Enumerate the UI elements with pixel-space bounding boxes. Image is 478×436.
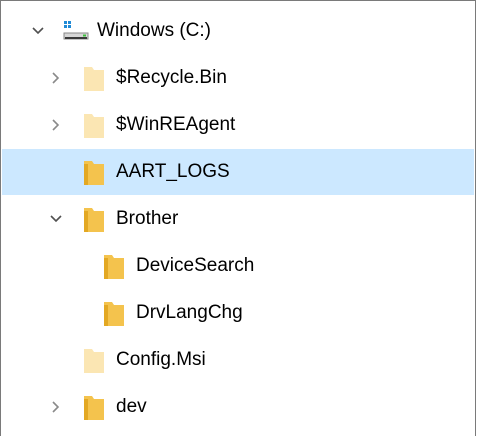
folder-icon bbox=[102, 301, 126, 326]
chevron-right-icon[interactable] bbox=[46, 397, 66, 417]
tree-item-label: $Recycle.Bin bbox=[116, 67, 227, 88]
tree-item-drvlangchg[interactable]: DrvLangChg bbox=[2, 290, 474, 336]
folder-icon bbox=[82, 160, 106, 185]
chevron-right-icon[interactable] bbox=[46, 68, 66, 88]
tree-item-label: AART_LOGS bbox=[116, 161, 230, 182]
tree-item-label: Windows (C:) bbox=[97, 20, 212, 41]
tree-item-config-msi[interactable]: Config.Msi bbox=[2, 337, 474, 383]
tree-item-windows-c[interactable]: Windows (C:) bbox=[2, 8, 474, 54]
tree-item-aart-logs[interactable]: AART_LOGS bbox=[2, 149, 474, 195]
tree-item-label: Config.Msi bbox=[116, 349, 206, 370]
tree-item-label: dev bbox=[116, 396, 147, 417]
chevron-down-icon[interactable] bbox=[46, 209, 66, 229]
drive-icon bbox=[63, 19, 89, 43]
folder-icon bbox=[82, 395, 106, 420]
tree-item-devicesearch[interactable]: DeviceSearch bbox=[2, 243, 474, 289]
folder-hidden-icon bbox=[82, 348, 106, 373]
folder-hidden-icon bbox=[82, 66, 106, 91]
chevron-right-icon[interactable] bbox=[46, 115, 66, 135]
tree-item-brother[interactable]: Brother bbox=[2, 196, 474, 242]
folder-hidden-icon bbox=[82, 113, 106, 138]
tree-item-label: DrvLangChg bbox=[136, 302, 243, 323]
folder-icon bbox=[82, 207, 106, 232]
tree-item-label: $WinREAgent bbox=[116, 114, 236, 135]
chevron-down-icon[interactable] bbox=[28, 21, 48, 41]
navigation-pane: Windows (C:) $Recycle.Bin $WinREAgent AA… bbox=[0, 0, 476, 436]
tree-item-label: DeviceSearch bbox=[136, 255, 255, 276]
folder-icon bbox=[102, 254, 126, 279]
tree-item-dev[interactable]: dev bbox=[2, 384, 474, 430]
tree-item-recycle-bin[interactable]: $Recycle.Bin bbox=[2, 55, 474, 101]
tree-item-winreagent[interactable]: $WinREAgent bbox=[2, 102, 474, 148]
tree-item-label: Brother bbox=[116, 208, 179, 229]
